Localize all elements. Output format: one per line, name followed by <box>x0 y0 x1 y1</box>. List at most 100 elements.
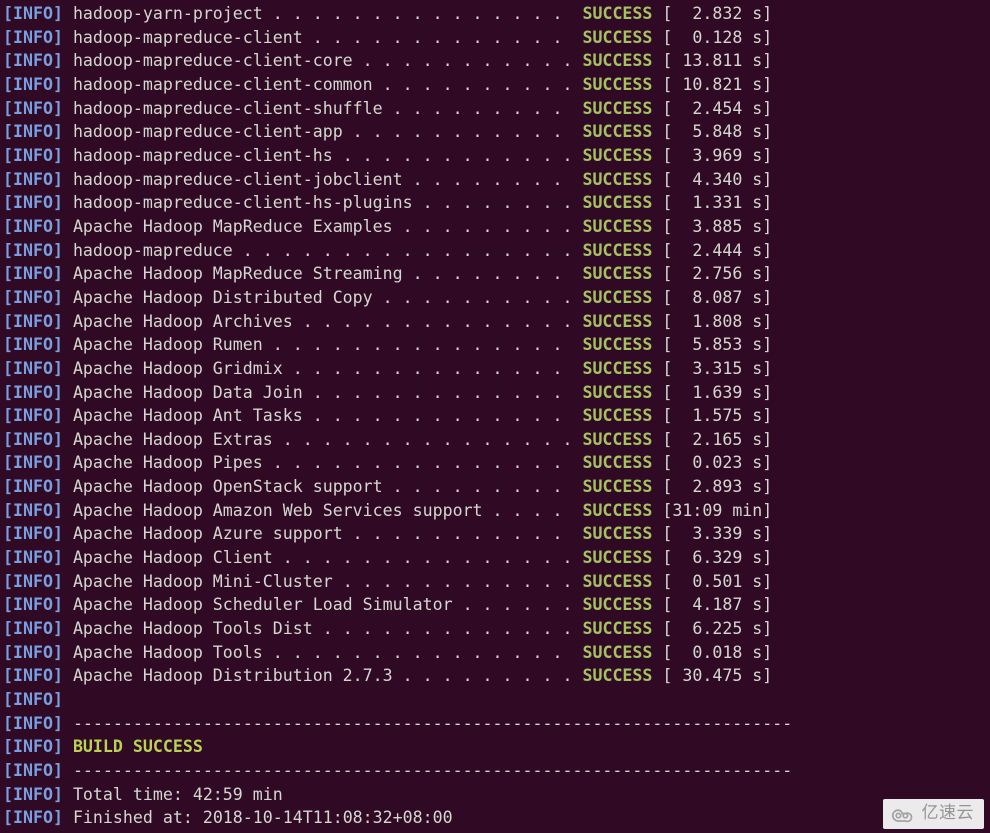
build-time: [ 1.808 s] <box>652 311 773 331</box>
leader-dots: . . . . . . . . . . . . . <box>302 406 583 426</box>
leader-dots: . . . . . . . . . . <box>372 287 583 307</box>
status-badge: SUCCESS <box>582 666 653 686</box>
leader-dots: . . . . . . . . <box>412 193 583 213</box>
info-tag: [INFO] <box>3 737 63 757</box>
build-time: [ 1.639 s] <box>652 382 773 402</box>
total-time-value: 42:59 min <box>192 784 283 804</box>
status-badge: SUCCESS <box>582 74 653 94</box>
build-time: [ 1.331 s] <box>652 193 773 213</box>
status-badge: SUCCESS <box>582 98 653 118</box>
module-name: hadoop-mapreduce-client <box>62 27 303 47</box>
module-name: hadoop-mapreduce-client-shuffle <box>62 98 383 118</box>
status-badge: SUCCESS <box>582 51 653 71</box>
terminal-window[interactable]: [INFO] hadoop-yarn-project . . . . . . .… <box>0 0 990 833</box>
info-tag: [INFO] <box>3 193 63 213</box>
info-blank-line: [INFO] <box>3 688 987 712</box>
build-time: [ 5.853 s] <box>652 335 773 355</box>
module-name: hadoop-mapreduce-client-hs-plugins <box>62 193 413 213</box>
status-badge: SUCCESS <box>582 4 653 23</box>
finished-at-line: [INFO] Finished at: 2018-10-14T11:08:32+… <box>3 806 987 830</box>
build-time: [ 3.339 s] <box>652 524 773 544</box>
leader-dots: . . . . . . . . . <box>382 477 583 497</box>
module-name: Apache Hadoop Tools Dist <box>62 619 313 639</box>
reactor-row: [INFO] Apache Hadoop Scheduler Load Simu… <box>3 593 987 617</box>
build-time: [ 1.575 s] <box>652 406 773 426</box>
status-badge: SUCCESS <box>582 429 653 449</box>
reactor-row: [INFO] Apache Hadoop Client . . . . . . … <box>3 546 987 570</box>
info-tag: [INFO] <box>3 524 63 544</box>
reactor-row: [INFO] Apache Hadoop Tools . . . . . . .… <box>3 641 987 665</box>
info-tag: [INFO] <box>3 761 63 780</box>
status-badge: SUCCESS <box>582 145 653 165</box>
info-tag: [INFO] <box>3 477 63 497</box>
reactor-row: [INFO] Apache Hadoop Gridmix . . . . . .… <box>3 357 987 381</box>
module-name: Apache Hadoop MapReduce Examples <box>62 216 393 236</box>
status-badge: SUCCESS <box>582 287 653 307</box>
separator-rule: ----------------------------------------… <box>62 713 793 733</box>
build-time: [ 30.475 s] <box>652 666 773 686</box>
finished-at-label: Finished at: <box>62 808 203 828</box>
status-badge: SUCCESS <box>582 311 653 331</box>
status-badge: SUCCESS <box>582 500 653 520</box>
build-time: [ 6.329 s] <box>652 548 773 568</box>
reactor-row: [INFO] hadoop-mapreduce-client-jobclient… <box>3 168 987 192</box>
reactor-row: [INFO] hadoop-mapreduce-client . . . . .… <box>3 26 987 50</box>
build-time: [ 0.018 s] <box>652 642 773 662</box>
reactor-row: [INFO] hadoop-mapreduce-client-hs . . . … <box>3 144 987 168</box>
reactor-row: [INFO] Apache Hadoop MapReduce Streaming… <box>3 262 987 286</box>
info-tag: [INFO] <box>3 264 63 284</box>
info-tag: [INFO] <box>3 4 63 23</box>
module-name: hadoop-mapreduce-client-common <box>62 74 373 94</box>
info-tag: [INFO] <box>3 358 63 378</box>
status-badge: SUCCESS <box>582 595 653 615</box>
reactor-row: [INFO] Apache Hadoop Data Join . . . . .… <box>3 381 987 405</box>
leader-dots: . . . . . . . . . <box>392 216 583 236</box>
status-badge: SUCCESS <box>582 193 653 213</box>
info-tag: [INFO] <box>3 453 63 473</box>
finished-at-value: 2018-10-14T11:08:32+08:00 <box>202 808 453 828</box>
leader-dots: . . . . . . . . . . . . . <box>312 619 583 639</box>
leader-dots: . . . . . . . . . . . . . . . <box>272 548 583 568</box>
build-time: [ 2.756 s] <box>652 264 773 284</box>
leader-dots: . . . . . . . . . . . <box>342 524 583 544</box>
info-tag: [INFO] <box>3 500 63 520</box>
reactor-row: [INFO] Apache Hadoop Azure support . . .… <box>3 522 987 546</box>
reactor-row: [INFO] hadoop-mapreduce-client-core . . … <box>3 49 987 73</box>
info-tag: [INFO] <box>3 713 63 733</box>
info-tag: [INFO] <box>3 808 63 828</box>
info-tag: [INFO] <box>3 98 63 118</box>
reactor-row: [INFO] Apache Hadoop OpenStack support .… <box>3 475 987 499</box>
status-badge: SUCCESS <box>582 122 653 142</box>
build-time: [ 2.454 s] <box>652 98 773 118</box>
build-time: [ 8.087 s] <box>652 287 773 307</box>
watermark-text: 亿速云 <box>921 803 974 824</box>
status-badge: SUCCESS <box>582 453 653 473</box>
status-badge: SUCCESS <box>582 335 653 355</box>
status-badge: SUCCESS <box>582 548 653 568</box>
module-name: Apache Hadoop Distribution 2.7.3 <box>62 666 393 686</box>
leader-dots: . . . . . . . . . <box>392 666 583 686</box>
status-badge: SUCCESS <box>582 382 653 402</box>
module-name: Apache Hadoop Rumen <box>62 335 263 355</box>
leader-dots: . . . . . . . . . . . . . . . . . <box>232 240 583 260</box>
reactor-row: [INFO] Apache Hadoop Rumen . . . . . . .… <box>3 333 987 357</box>
leader-dots: . . . . . . . . . . . . . . . <box>262 642 583 662</box>
info-tag: [INFO] <box>3 74 63 94</box>
status-badge: SUCCESS <box>582 240 653 260</box>
reactor-row: [INFO] Apache Hadoop MapReduce Examples … <box>3 215 987 239</box>
leader-dots: . . . . . . <box>452 595 583 615</box>
reactor-row: [INFO] Apache Hadoop Pipes . . . . . . .… <box>3 451 987 475</box>
info-tag: [INFO] <box>3 27 63 47</box>
build-time: [ 4.340 s] <box>652 169 773 189</box>
leader-dots: . . . . <box>482 500 583 520</box>
build-result-line: [INFO] BUILD SUCCESS <box>3 735 987 759</box>
info-tag: [INFO] <box>3 784 63 804</box>
status-badge: SUCCESS <box>582 642 653 662</box>
build-time: [ 4.187 s] <box>652 595 773 615</box>
separator-line: [INFO] ---------------------------------… <box>3 712 987 736</box>
module-name: hadoop-mapreduce-client-jobclient <box>62 169 403 189</box>
leader-dots: . . . . . . . . . . . . . . . <box>262 335 583 355</box>
build-time: [ 5.848 s] <box>652 122 773 142</box>
module-name: hadoop-yarn-project <box>62 4 263 23</box>
total-time-label: Total time: <box>62 784 193 804</box>
